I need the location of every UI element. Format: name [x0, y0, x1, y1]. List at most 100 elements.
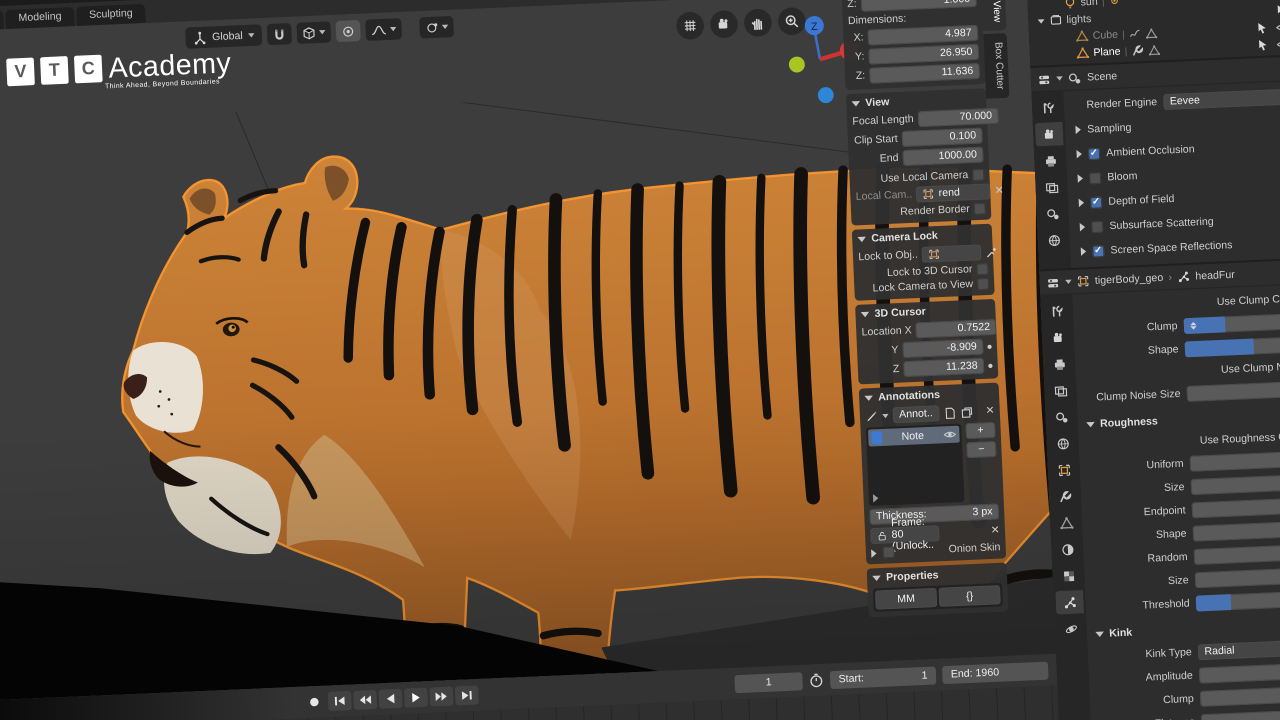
annotation-name-field[interactable]: Annot.. [892, 405, 939, 423]
layer-color-swatch[interactable] [871, 431, 882, 444]
proportional-editing-button[interactable] [335, 20, 360, 42]
kink-clump-field[interactable]: 0.000 [1200, 685, 1280, 707]
tab-view-layer[interactable] [1046, 378, 1075, 402]
clump-slider[interactable]: 0.300 [1184, 312, 1280, 334]
orbit-options-dropdown[interactable] [419, 16, 454, 39]
cursor-select-icon[interactable] [1275, 4, 1280, 17]
tab-modifiers[interactable] [1051, 484, 1080, 508]
roughness-endpoint-field[interactable]: 0.200 [1192, 496, 1280, 518]
cursor-x-field[interactable]: 0.7522 [916, 319, 997, 338]
dim-x-field[interactable]: 4.987 [867, 25, 978, 46]
tab-object[interactable] [1050, 458, 1079, 482]
current-frame-field[interactable]: 1 [734, 672, 803, 693]
camera-lock-header[interactable]: Camera Lock [857, 227, 987, 246]
end-frame-field[interactable]: End: 1960 [942, 661, 1049, 684]
eye-icon[interactable] [1276, 21, 1280, 34]
pencil-icon[interactable] [865, 410, 878, 423]
tab-scene[interactable] [1047, 405, 1076, 429]
pan-hand-button[interactable] [744, 8, 773, 37]
clip-start-field[interactable]: 0.100 [902, 128, 983, 147]
render-border-checkbox[interactable] [974, 203, 986, 215]
play-reverse-button[interactable] [379, 689, 403, 709]
focal-length-field[interactable]: 70.000 [918, 108, 999, 127]
ambient-occlusion-checkbox[interactable] [1088, 147, 1100, 159]
dim-z-field[interactable]: 11.636 [869, 63, 980, 84]
eyedropper-icon[interactable] [985, 245, 998, 258]
properties-subpanel-header[interactable]: Properties [872, 566, 1002, 585]
auto-key-button[interactable] [302, 692, 326, 712]
eye-icon[interactable] [943, 428, 956, 441]
prev-keyframe-button[interactable] [353, 690, 377, 710]
roughness-threshold-slider[interactable]: 0.250 [1196, 590, 1280, 612]
clump-shape-slider[interactable]: 0.000 [1185, 336, 1280, 358]
perspective-toggle-button[interactable] [676, 11, 705, 40]
tab-tool[interactable] [1034, 95, 1063, 119]
tab-material[interactable] [1053, 537, 1082, 561]
lock-camera-to-view-checkbox[interactable] [977, 278, 989, 290]
add-layer-button[interactable]: + [965, 422, 995, 439]
camera-view-button[interactable] [710, 10, 739, 39]
snap-toggle-button[interactable] [267, 23, 292, 45]
clear-frame-button[interactable]: ✕ [944, 525, 1000, 539]
jump-to-start-button[interactable] [328, 691, 352, 711]
tab-render[interactable] [1035, 122, 1064, 146]
sidebar-tab-box-cutter[interactable]: Box Cutter [983, 34, 1009, 99]
subsurface-scattering-checkbox[interactable] [1091, 220, 1103, 232]
falloff-dropdown[interactable] [365, 18, 402, 41]
cursor-panel-header[interactable]: 3D Cursor [861, 302, 991, 321]
dim-y-field[interactable]: 26.950 [868, 44, 979, 65]
editor-type-icon[interactable] [1037, 72, 1051, 86]
thickness-slider[interactable]: Thickness:3 px [869, 503, 999, 525]
play-button[interactable] [404, 688, 428, 708]
screen-space-reflections-checkbox[interactable] [1092, 245, 1104, 257]
tab-world[interactable] [1040, 228, 1069, 252]
editor-type-icon[interactable] [1046, 275, 1060, 289]
remove-layer-button[interactable]: − [966, 441, 996, 458]
roughness-random-size-field[interactable]: 10.000 [1195, 566, 1280, 588]
kink-flatness-field[interactable]: 0.000 [1201, 708, 1280, 720]
use-local-camera-checkbox[interactable] [972, 169, 984, 181]
view-panel-header[interactable]: View [851, 92, 981, 111]
eye-icon[interactable] [1276, 38, 1280, 51]
roughness-shape-field[interactable]: 1.000 [1193, 520, 1280, 542]
tab-world[interactable] [1048, 431, 1077, 455]
cursor-y-field[interactable]: -8.909 [902, 339, 983, 358]
duplicate-annotation-icon[interactable] [960, 405, 973, 418]
tab-object-data[interactable] [1052, 511, 1081, 535]
bloom-checkbox[interactable] [1089, 172, 1101, 184]
annotation-layer-list[interactable]: Note [866, 423, 965, 506]
annotation-layer-row[interactable]: Note [868, 426, 960, 447]
lock-to-3d-cursor-checkbox[interactable] [976, 263, 988, 275]
unit-braces-button[interactable]: {} [939, 585, 1001, 607]
cursor-select-icon[interactable] [1255, 22, 1268, 35]
tab-tool[interactable] [1043, 299, 1072, 323]
stopwatch-icon[interactable] [809, 672, 824, 687]
roughness-uniform-field[interactable]: 0.010 [1190, 450, 1280, 472]
unit-mm-button[interactable]: MM [875, 588, 937, 610]
tab-render[interactable] [1044, 325, 1073, 349]
onion-skin-expand-icon[interactable] [871, 549, 877, 558]
roughness-random-field[interactable]: 0.150 [1194, 543, 1280, 565]
tab-view-layer[interactable] [1037, 175, 1066, 199]
cursor-select-icon[interactable] [1254, 0, 1267, 1]
jump-to-end-button[interactable] [455, 685, 479, 705]
clip-end-field[interactable]: 1000.00 [902, 147, 983, 166]
tab-physics[interactable] [1057, 616, 1086, 641]
delete-annotation-button[interactable]: ✕ [977, 405, 995, 417]
cursor-select-icon[interactable] [1256, 39, 1269, 52]
tab-output[interactable] [1036, 148, 1065, 172]
depth-of-field-checkbox[interactable] [1090, 196, 1102, 208]
kink-type-dropdown[interactable]: Radial [1198, 638, 1280, 660]
start-frame-field[interactable]: Start:1 [830, 666, 937, 689]
clear-local-camera-button[interactable]: ✕ [995, 185, 1004, 197]
annotations-header[interactable]: Annotations [864, 386, 994, 405]
onion-skin-checkbox[interactable] [883, 546, 895, 558]
list-resize-grip[interactable] [873, 494, 879, 503]
transform-orientation-dropdown[interactable]: Global [185, 24, 262, 49]
sidebar-tab-view[interactable]: View [982, 0, 1007, 31]
next-keyframe-button[interactable] [429, 686, 453, 706]
roughness-uniform-size-field[interactable]: 0.500 [1191, 473, 1280, 495]
annotation-frame-field[interactable]: Frame: 80 (Unlock.. [870, 525, 940, 544]
lock-to-object-field[interactable] [922, 244, 982, 262]
snap-target-dropdown[interactable] [296, 21, 331, 44]
